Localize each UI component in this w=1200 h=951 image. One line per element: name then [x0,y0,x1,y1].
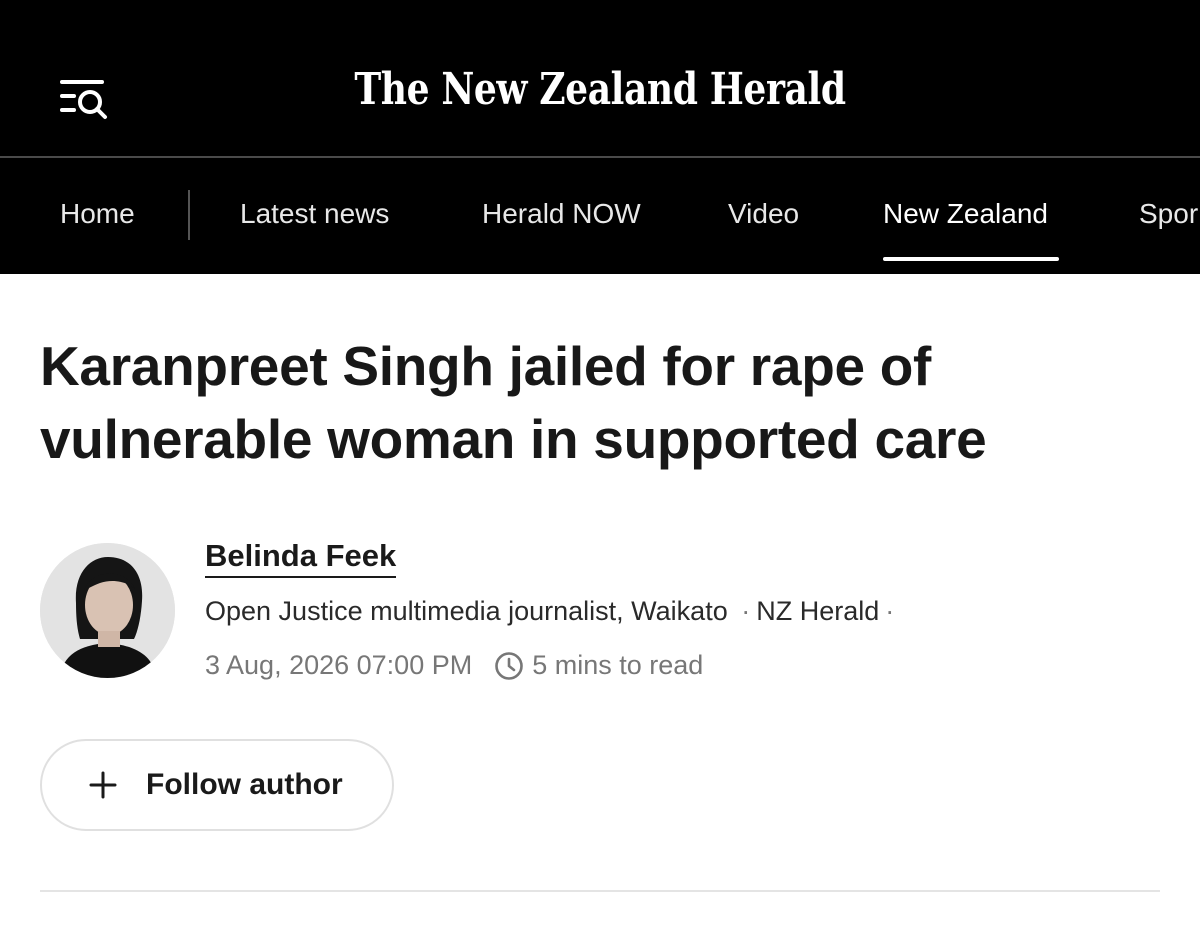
author-name-link[interactable]: Belinda Feek [205,538,397,578]
nav-item-latest-news[interactable]: Latest news [240,198,389,230]
publish-date: 3 Aug, 2026 07:00 PM [205,650,473,680]
headline-line-1: Karanpreet Singh jailed for rape of [40,335,932,397]
follow-author-label: Follow author [146,768,343,801]
headline-line-2: vulnerable woman in supported care [40,408,987,470]
plus-icon [89,771,117,799]
nav-item-home[interactable]: Home [60,198,135,230]
nav-item-sport[interactable]: Spor [1139,198,1198,230]
meta-separator: · [885,596,895,626]
article-headline: Karanpreet Singh jailed for rape of vuln… [40,330,1160,476]
author-role-line: Open Justice multimedia journalist, Waik… [205,596,900,627]
follow-author-button[interactable]: Follow author [40,739,394,831]
meta-separator: · [741,596,751,626]
author-avatar[interactable] [40,543,175,678]
read-time: 5 mins to read [532,650,704,680]
clock-icon [495,651,524,680]
author-role: Open Justice multimedia journalist, Waik… [205,596,728,626]
site-logo[interactable]: The New Zealand Herald [108,64,1092,115]
nav-active-indicator [883,257,1059,261]
nav-separator [188,190,190,240]
section-divider [40,890,1160,892]
nav-item-new-zealand[interactable]: New Zealand [883,198,1048,230]
masthead-bar: The New Zealand Herald [0,0,1200,156]
section-nav: Home Latest news Herald NOW Video New Ze… [0,158,1200,274]
nav-item-herald-now[interactable]: Herald NOW [482,198,641,230]
nav-item-video[interactable]: Video [728,198,799,230]
author-outlet: NZ Herald [756,596,880,626]
author-portrait [40,543,175,678]
menu-search-icon[interactable] [58,74,110,122]
article-meta: 3 Aug, 2026 07:00 PM 5 mins to read [205,650,703,681]
